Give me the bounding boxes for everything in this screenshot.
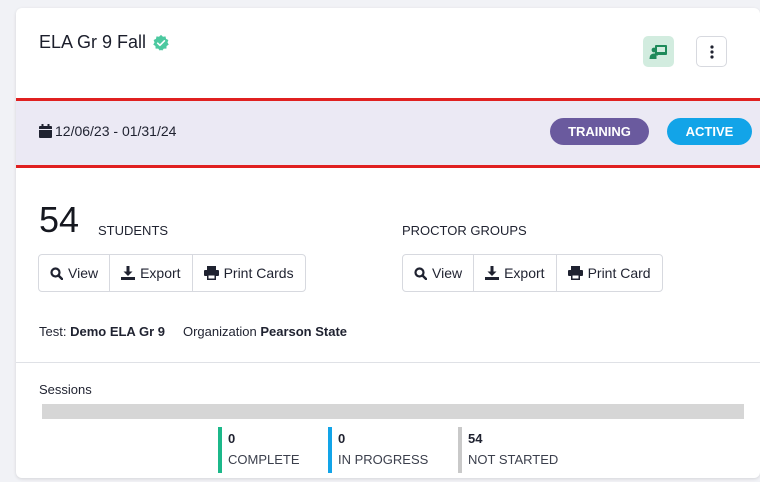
sessions-progress-bar	[42, 404, 744, 419]
print-icon	[567, 266, 583, 280]
date-status-bar: 12/06/23 - 01/31/24 TRAINING ACTIVE	[16, 98, 760, 168]
search-icon	[50, 266, 63, 280]
stat-complete-value: 0	[228, 431, 236, 446]
stat-not-started: 54 NOT STARTED	[458, 427, 578, 473]
session-title[interactable]: ELA Gr 9 Fall	[39, 32, 170, 53]
proctor-groups-actions: View Export Print Card	[402, 254, 663, 292]
search-icon	[414, 266, 427, 280]
session-card: ELA Gr 9 Fall 12/06/23 - 01/31/24 TRAINI…	[16, 8, 760, 478]
session-title-text[interactable]: ELA Gr 9 Fall	[39, 32, 146, 53]
proctor-view-button[interactable]: View	[403, 255, 475, 291]
proctor-groups-label: PROCTOR GROUPS	[402, 223, 527, 238]
date-range-text: 12/06/23 - 01/31/24	[55, 123, 177, 139]
active-badge: ACTIVE	[667, 118, 752, 145]
classroom-button[interactable]	[643, 36, 674, 67]
section-divider	[16, 362, 760, 363]
verified-check-icon	[153, 34, 169, 51]
card-header: ELA Gr 9 Fall	[16, 8, 760, 96]
stat-complete-bar	[218, 427, 222, 473]
stat-complete: 0 COMPLETE	[218, 427, 328, 473]
date-range: 12/06/23 - 01/31/24	[39, 123, 176, 139]
stat-not-started-bar	[458, 427, 462, 473]
calendar-icon	[39, 124, 52, 138]
more-vertical-icon	[709, 44, 714, 59]
organization-info: Organization Pearson State	[182, 324, 348, 339]
download-icon	[121, 266, 136, 280]
classroom-icon	[649, 44, 667, 59]
training-badge: TRAINING	[550, 118, 649, 145]
sessions-label: Sessions	[39, 382, 92, 397]
stat-in-progress-value: 0	[338, 431, 346, 446]
more-options-button[interactable]	[696, 36, 727, 67]
students-view-button[interactable]: View	[39, 255, 111, 291]
session-meta: Test: Demo ELA Gr 9 Organization Pearson…	[39, 324, 347, 339]
test-info: Test: Demo ELA Gr 9	[39, 324, 165, 339]
stat-not-started-label: NOT STARTED	[468, 452, 559, 467]
proctor-export-button[interactable]: Export	[474, 255, 557, 291]
print-icon	[203, 266, 219, 280]
students-count: 54	[39, 199, 80, 240]
stat-not-started-value: 54	[468, 431, 483, 446]
students-actions: View Export Print Cards	[38, 254, 306, 292]
stat-in-progress: 0 IN PROGRESS	[328, 427, 458, 473]
students-print-button[interactable]: Print Cards	[193, 255, 305, 291]
stat-in-progress-label: IN PROGRESS	[338, 452, 429, 467]
proctor-print-button[interactable]: Print Card	[557, 255, 662, 291]
stat-in-progress-bar	[328, 427, 332, 473]
students-label: STUDENTS	[98, 223, 169, 238]
stat-complete-label: COMPLETE	[228, 452, 300, 467]
download-icon	[485, 266, 500, 280]
students-export-button[interactable]: Export	[110, 255, 193, 291]
